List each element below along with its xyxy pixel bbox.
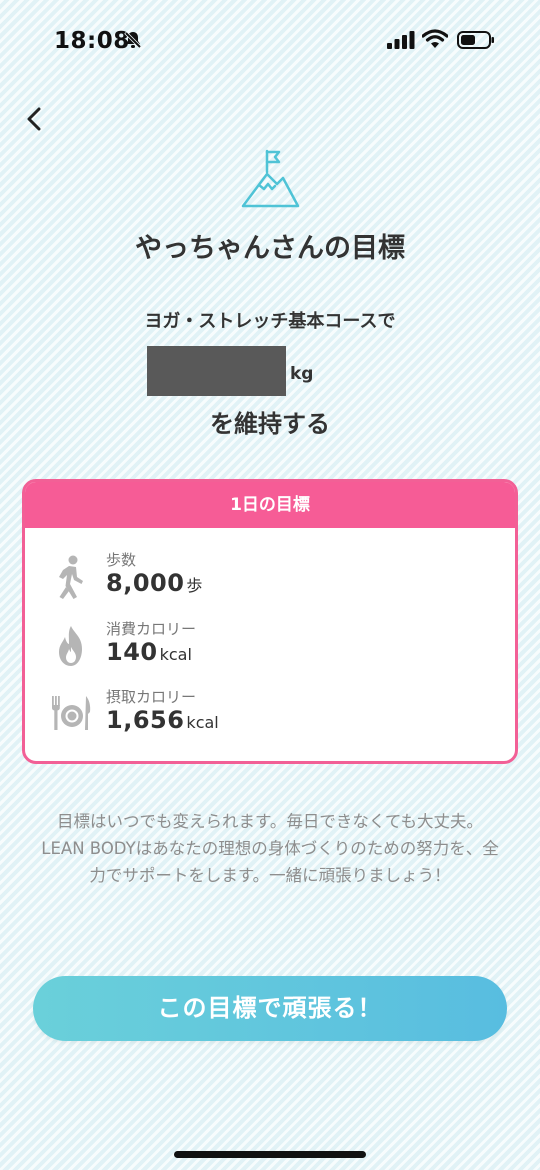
- weight-value-redacted: [147, 346, 286, 396]
- daily-goal-header: 1日の目標: [25, 482, 515, 528]
- metric-unit-burned-calories: kcal: [159, 645, 192, 664]
- metric-row-steps: 歩数 8,000 歩: [25, 549, 515, 609]
- metric-value-steps: 8,000 歩: [106, 569, 202, 597]
- page-title: やっちゃんさんの目標: [135, 233, 405, 264]
- encouragement-note: 目標はいつでも変えられます。毎日できなくても大丈夫。LEAN BODYはあなたの…: [41, 812, 499, 885]
- metric-value-intake-calories: 1,656 kcal: [106, 706, 219, 734]
- status-bar: 18:08: [0, 0, 540, 84]
- status-time: 18:08: [54, 28, 130, 54]
- back-button[interactable]: [20, 102, 50, 136]
- metric-label-burned-calories: 消費カロリー: [106, 620, 197, 638]
- fork-plate-knife-icon: [52, 696, 91, 730]
- metric-number-steps: 8,000: [106, 569, 185, 597]
- maintain-text: を維持する: [210, 410, 330, 438]
- confirm-goal-button[interactable]: この目標で頑張る！: [33, 976, 507, 1041]
- metric-unit-intake-calories: kcal: [186, 713, 219, 732]
- flame-icon: [59, 626, 82, 666]
- mountain-flag-icon: [241, 149, 300, 208]
- chevron-left-icon: [27, 107, 41, 131]
- metric-row-intake-calories: 摂取カロリー 1,656 kcal: [25, 686, 515, 746]
- weight-unit: kg: [290, 364, 314, 384]
- metric-row-burned-calories: 消費カロリー 140 kcal: [25, 618, 515, 678]
- home-indicator: [174, 1151, 366, 1158]
- metric-label-intake-calories: 摂取カロリー: [106, 688, 197, 706]
- daily-goal-card: 1日の目標 歩数 8,000 歩 消費カロリー 140 kcal 摂取カロリー …: [22, 479, 518, 764]
- metric-number-intake-calories: 1,656: [106, 706, 185, 734]
- wifi-icon: [422, 29, 448, 48]
- metric-label-steps: 歩数: [106, 551, 137, 569]
- battery-icon: [457, 31, 494, 49]
- metric-unit-steps: 歩: [186, 576, 203, 595]
- bell-slash-icon: [124, 31, 142, 49]
- metric-number-burned-calories: 140: [106, 638, 158, 666]
- walking-person-icon: [59, 555, 83, 599]
- metric-value-burned-calories: 140 kcal: [106, 638, 192, 666]
- course-name-text: ヨガ・ストレッチ基本コースで: [144, 311, 396, 332]
- cellular-signal-icon: [387, 31, 415, 49]
